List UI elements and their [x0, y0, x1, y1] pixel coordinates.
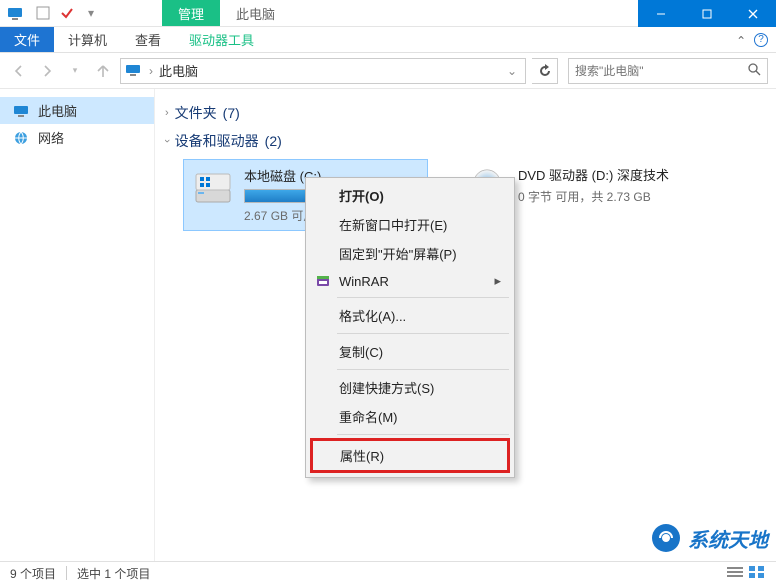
ctx-properties[interactable]: 属性(R): [313, 441, 507, 470]
group-count: (7): [223, 105, 240, 121]
breadcrumb-item[interactable]: 此电脑: [159, 61, 198, 80]
address-dropdown[interactable]: ⌄: [503, 64, 521, 78]
ctx-separator: [337, 333, 509, 334]
group-label: 设备和驱动器: [175, 131, 259, 151]
ctx-copy[interactable]: 复制(C): [309, 337, 511, 366]
contextual-tab-manage[interactable]: 管理: [162, 0, 220, 26]
qat-dropdown[interactable]: ▾: [80, 2, 102, 24]
navigation-pane: 此电脑 网络: [0, 89, 155, 561]
ctx-separator: [337, 369, 509, 370]
maximize-button[interactable]: [684, 0, 730, 27]
winrar-icon: [315, 273, 331, 289]
qat-item[interactable]: [56, 2, 78, 24]
watermark: 系统天地: [650, 522, 768, 554]
group-devices[interactable]: › 设备和驱动器 (2): [165, 131, 766, 151]
ribbon-expand-icon[interactable]: ⌄: [736, 33, 746, 47]
ctx-pin-start[interactable]: 固定到"开始"屏幕(P): [309, 239, 511, 268]
ctx-highlighted: 属性(R): [310, 438, 510, 473]
monitor-icon: [12, 102, 30, 120]
ribbon-tab-computer[interactable]: 计算机: [54, 27, 121, 52]
forward-button[interactable]: [36, 60, 58, 82]
drive-name: DVD 驱动器 (D:) 深度技术: [518, 165, 695, 184]
breadcrumb-sep: ›: [149, 64, 153, 78]
ctx-winrar[interactable]: WinRAR ▸: [309, 268, 511, 294]
sidebar-item-label: 网络: [38, 128, 64, 147]
ribbon-file-tab[interactable]: 文件: [0, 27, 54, 52]
submenu-arrow-icon: ▸: [494, 273, 501, 289]
status-selected-count: 选中 1 个项目: [77, 565, 150, 582]
address-bar[interactable]: › 此电脑 ⌄: [120, 58, 526, 84]
group-folders[interactable]: › 文件夹 (7): [165, 103, 766, 123]
hdd-icon: [192, 166, 234, 208]
back-button[interactable]: [8, 60, 30, 82]
view-details-icon[interactable]: [726, 565, 744, 582]
network-icon: [12, 129, 30, 147]
monitor-icon: [125, 62, 143, 80]
ctx-separator: [337, 434, 509, 435]
ctx-separator: [337, 297, 509, 298]
qat-item[interactable]: [32, 2, 54, 24]
sidebar-item-network[interactable]: 网络: [0, 124, 154, 151]
watermark-icon: [650, 522, 682, 554]
up-button[interactable]: [92, 60, 114, 82]
view-tiles-icon[interactable]: [748, 565, 766, 582]
recent-locations-dropdown[interactable]: ▾: [64, 60, 86, 82]
chevron-right-icon: ›: [165, 107, 169, 119]
search-input[interactable]: [575, 64, 747, 78]
ctx-open-new-window[interactable]: 在新窗口中打开(E): [309, 210, 511, 239]
ribbon-tab-drive-tools[interactable]: 驱动器工具: [175, 27, 268, 52]
search-box[interactable]: [568, 58, 768, 84]
search-icon[interactable]: [747, 62, 761, 79]
status-item-count: 9 个项目: [10, 565, 56, 582]
ctx-rename[interactable]: 重命名(M): [309, 402, 511, 431]
ctx-open[interactable]: 打开(O): [309, 181, 511, 210]
context-menu: 打开(O) 在新窗口中打开(E) 固定到"开始"屏幕(P) WinRAR ▸ 格…: [305, 177, 515, 478]
ctx-format[interactable]: 格式化(A)...: [309, 301, 511, 330]
group-label: 文件夹: [175, 103, 217, 123]
title-bar: ▾ 管理 此电脑: [0, 0, 776, 27]
app-icon: [6, 4, 24, 22]
minimize-button[interactable]: [638, 0, 684, 27]
title-this-pc: 此电脑: [220, 0, 291, 26]
navigation-bar: ▾ › 此电脑 ⌄: [0, 53, 776, 89]
close-button[interactable]: [730, 0, 776, 27]
status-bar: 9 个项目 选中 1 个项目: [0, 561, 776, 584]
ribbon-bar: 文件 计算机 查看 驱动器工具 ⌄ ?: [0, 27, 776, 53]
drive-subtitle: 0 字节 可用，共 2.73 GB: [518, 188, 695, 205]
ctx-create-shortcut[interactable]: 创建快捷方式(S): [309, 373, 511, 402]
chevron-down-icon: ›: [161, 139, 173, 143]
refresh-button[interactable]: [532, 58, 558, 84]
status-separator: [66, 566, 67, 580]
group-count: (2): [265, 133, 282, 149]
sidebar-item-this-pc[interactable]: 此电脑: [0, 97, 154, 124]
sidebar-item-label: 此电脑: [38, 101, 77, 120]
ribbon-tab-view[interactable]: 查看: [121, 27, 175, 52]
watermark-text: 系统天地: [688, 524, 768, 553]
help-icon[interactable]: ?: [754, 33, 768, 47]
